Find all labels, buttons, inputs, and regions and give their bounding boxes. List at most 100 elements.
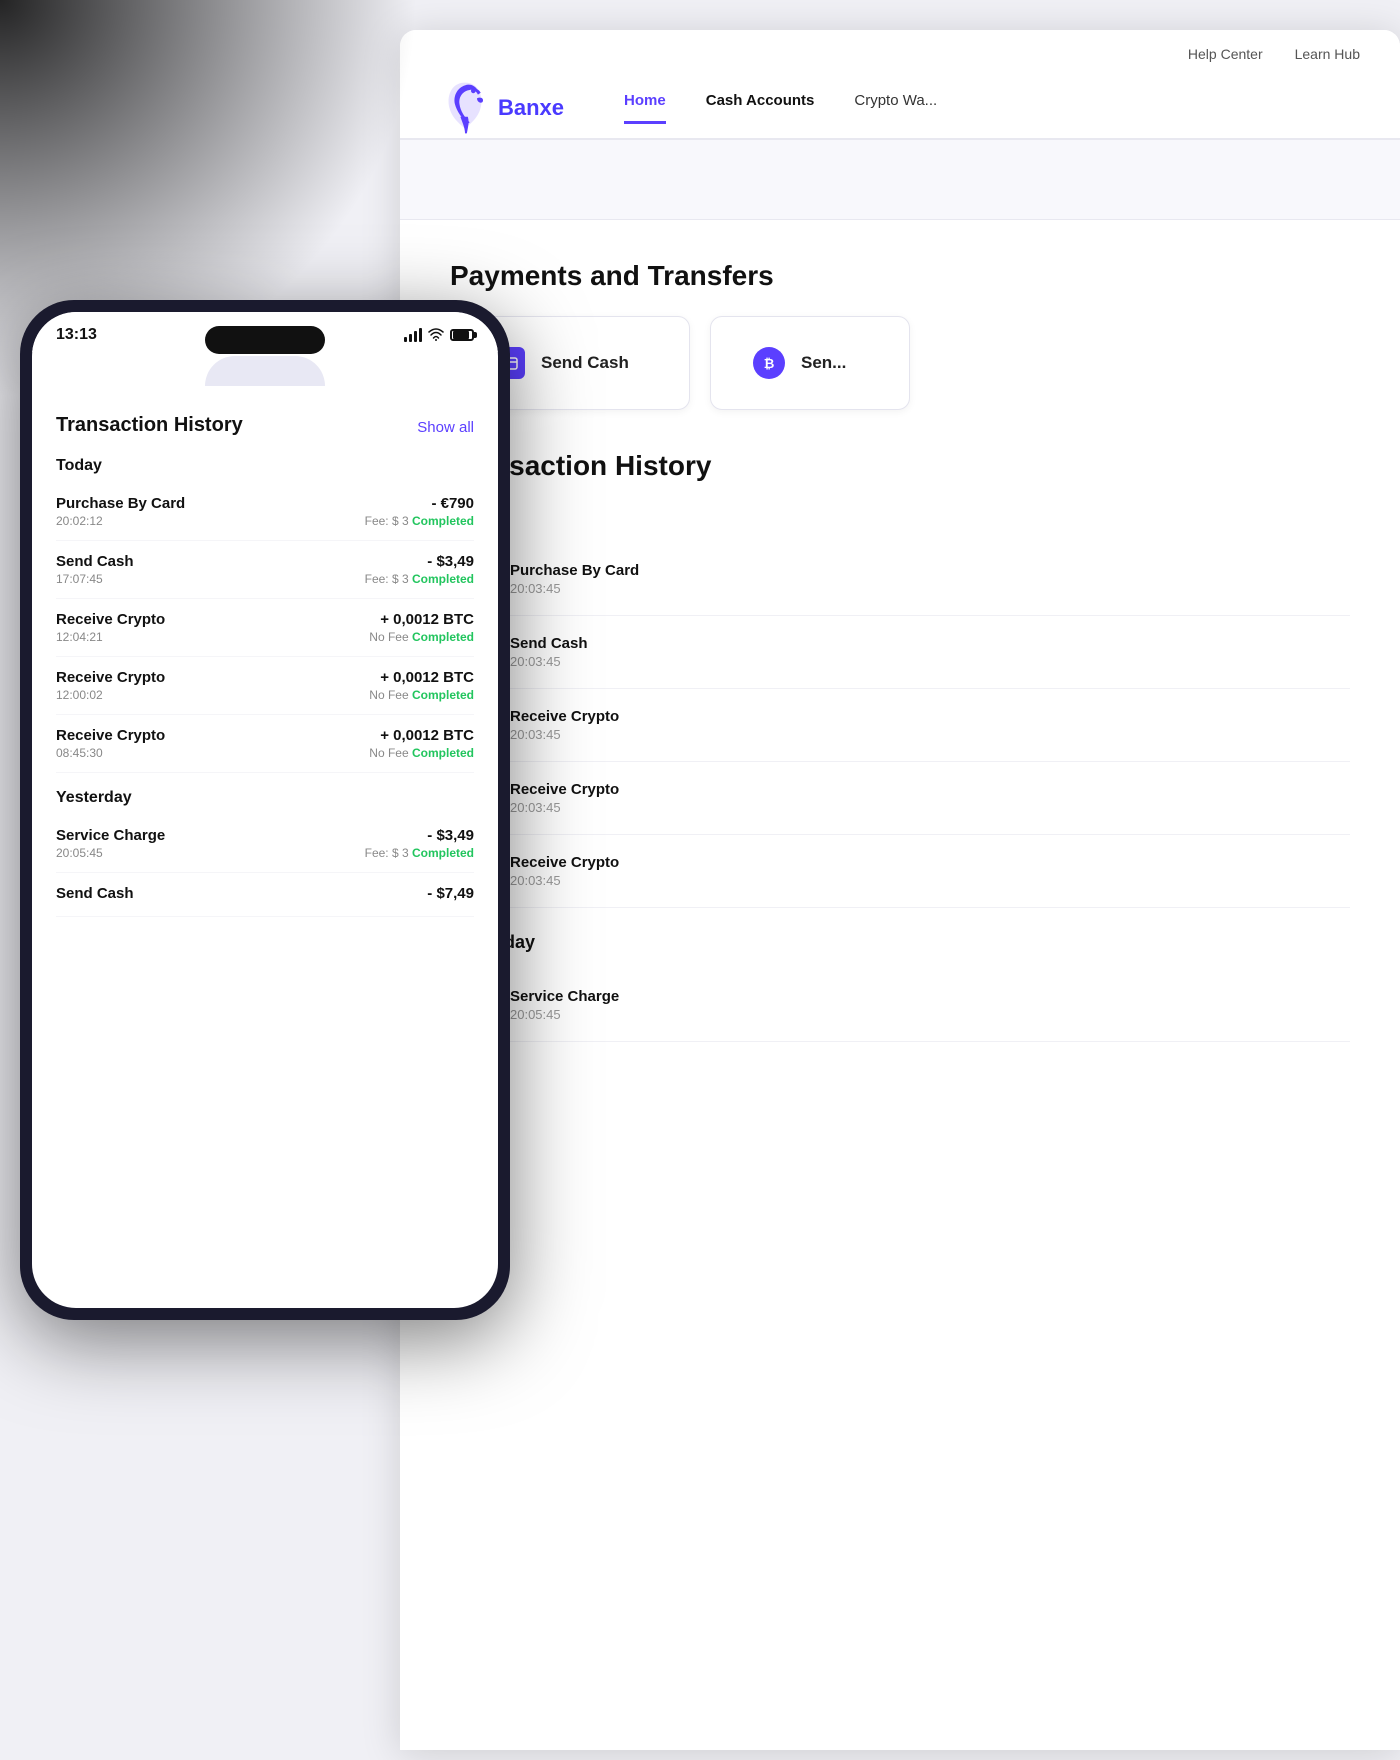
list-item: Service Charge 20:05:45 - $3,49 Fee: $ 3… bbox=[56, 815, 474, 873]
battery-fill bbox=[453, 331, 469, 339]
table-row: Receive Crypto 20:03:45 bbox=[450, 762, 1350, 835]
phone-status-bar: 13:13 bbox=[32, 312, 498, 352]
signal-icon bbox=[404, 328, 422, 342]
phone-section-title: Transaction History bbox=[56, 414, 243, 437]
signal-bar-4 bbox=[419, 328, 422, 342]
tx-name: Send Cash bbox=[510, 635, 1350, 652]
phone-outer-shell: 13:13 bbox=[20, 300, 510, 1320]
phone-tx-name: Receive Crypto bbox=[56, 727, 369, 744]
table-row: $ Service Charge 20:05:45 bbox=[450, 969, 1350, 1042]
phone-tx-name: Send Cash bbox=[56, 885, 427, 902]
phone-tx-fee: Fee: $ 3 Completed bbox=[365, 514, 474, 528]
phone-period-today: Today bbox=[56, 457, 474, 475]
phone-tx-amount: - $7,49 bbox=[427, 885, 474, 902]
phone-header: Transaction History Show all bbox=[56, 414, 474, 441]
phone-tx-right: - $3,49 Fee: $ 3 Completed bbox=[365, 553, 474, 586]
phone-tx-right: - $3,49 Fee: $ 3 Completed bbox=[365, 827, 474, 860]
phone-tx-time: 12:00:02 bbox=[56, 688, 369, 702]
phone-tx-left: Send Cash 17:07:45 bbox=[56, 553, 365, 586]
phone-tx-status: Completed bbox=[412, 630, 474, 644]
tx-details-receive-crypto-1: Receive Crypto 20:03:45 bbox=[510, 708, 1350, 742]
phone-tx-name: Purchase By Card bbox=[56, 495, 365, 512]
payments-title: Payments and Transfers bbox=[450, 260, 1350, 292]
phone-mockup: 13:13 bbox=[20, 300, 510, 1400]
transaction-history-title: Transaction History bbox=[450, 450, 1350, 482]
period-today-label: Today bbox=[450, 506, 1350, 527]
phone-tx-status: Completed bbox=[412, 572, 474, 586]
table-row: Send Cash 20:03:45 bbox=[450, 616, 1350, 689]
list-item: Receive Crypto 12:00:02 + 0,0012 BTC No … bbox=[56, 657, 474, 715]
list-item: Purchase By Card 20:02:12 - €790 Fee: $ … bbox=[56, 483, 474, 541]
phone-tx-amount: - €790 bbox=[365, 495, 474, 512]
send-crypto-label: Sen... bbox=[801, 353, 846, 373]
payments-cards-row: Send Cash ₿ Sen... bbox=[450, 316, 1350, 410]
phone-tx-left: Send Cash bbox=[56, 885, 427, 904]
phone-tx-left: Receive Crypto 12:04:21 bbox=[56, 611, 369, 644]
phone-tx-time: 17:07:45 bbox=[56, 572, 365, 586]
battery-icon bbox=[450, 329, 474, 341]
nav-crypto-wallet[interactable]: Crypto Wa... bbox=[854, 92, 937, 124]
tx-time: 20:03:45 bbox=[510, 873, 1350, 888]
tx-time: 20:03:45 bbox=[510, 654, 1350, 669]
transaction-history-section: Transaction History Today Purchase By Ca… bbox=[450, 450, 1350, 1042]
show-all-link[interactable]: Show all bbox=[417, 419, 474, 436]
phone-period-yesterday: Yesterday bbox=[56, 789, 474, 807]
phone-tx-name: Receive Crypto bbox=[56, 669, 369, 686]
tx-name: Receive Crypto bbox=[510, 781, 1350, 798]
learn-hub-link[interactable]: Learn Hub bbox=[1295, 46, 1360, 62]
tx-name: Receive Crypto bbox=[510, 708, 1350, 725]
phone-tx-right: - €790 Fee: $ 3 Completed bbox=[365, 495, 474, 528]
nav-home[interactable]: Home bbox=[624, 92, 666, 124]
phone-tx-left: Receive Crypto 12:00:02 bbox=[56, 669, 369, 702]
phone-tx-status: Completed bbox=[412, 746, 474, 760]
phone-tx-right: + 0,0012 BTC No Fee Completed bbox=[369, 611, 474, 644]
phone-tx-time: 20:05:45 bbox=[56, 846, 365, 860]
help-center-link[interactable]: Help Center bbox=[1188, 46, 1263, 62]
phone-tx-fee: No Fee Completed bbox=[369, 630, 474, 644]
phone-tx-left: Purchase By Card 20:02:12 bbox=[56, 495, 365, 528]
send-crypto-icon-box: ₿ bbox=[751, 345, 787, 381]
phone-tx-name: Send Cash bbox=[56, 553, 365, 570]
phone-screen: 13:13 bbox=[32, 312, 498, 1308]
phone-tx-right: + 0,0012 BTC No Fee Completed bbox=[369, 669, 474, 702]
tx-details-service-charge: Service Charge 20:05:45 bbox=[510, 988, 1350, 1022]
browser-navigation: Help Center Learn Hub Banxe Home Cash Ac… bbox=[400, 30, 1400, 139]
phone-time: 13:13 bbox=[56, 326, 97, 344]
phone-arch-area bbox=[32, 356, 498, 396]
phone-tx-left: Receive Crypto 08:45:30 bbox=[56, 727, 369, 760]
phone-tx-left: Service Charge 20:05:45 bbox=[56, 827, 365, 860]
tx-name: Purchase By Card bbox=[510, 562, 1350, 579]
send-crypto-card[interactable]: ₿ Sen... bbox=[710, 316, 910, 410]
tx-details-purchase-card: Purchase By Card 20:03:45 bbox=[510, 562, 1350, 596]
phone-tx-status: Completed bbox=[412, 846, 474, 860]
phone-tx-amount: - $3,49 bbox=[365, 827, 474, 844]
phone-tx-fee: No Fee Completed bbox=[369, 746, 474, 760]
phone-tx-name: Receive Crypto bbox=[56, 611, 369, 628]
phone-tx-status: Completed bbox=[412, 514, 474, 528]
list-item: Send Cash 17:07:45 - $3,49 Fee: $ 3 Comp… bbox=[56, 541, 474, 599]
brand-name-text: Banxe bbox=[498, 95, 564, 121]
tx-details-receive-crypto-2: Receive Crypto 20:03:45 bbox=[510, 781, 1350, 815]
period-yesterday-label: Yesterday bbox=[450, 932, 1350, 953]
phone-tx-right: - $7,49 bbox=[427, 885, 474, 902]
phone-tx-amount: + 0,0012 BTC bbox=[369, 611, 474, 628]
tx-details-send-cash: Send Cash 20:03:45 bbox=[510, 635, 1350, 669]
dolphin-logo-icon bbox=[440, 78, 490, 138]
signal-bar-3 bbox=[414, 331, 417, 342]
tx-time: 20:03:45 bbox=[510, 727, 1350, 742]
wifi-icon bbox=[428, 327, 444, 344]
main-nav: Banxe Home Cash Accounts Crypto Wa... bbox=[440, 70, 1360, 138]
tx-time: 20:03:45 bbox=[510, 800, 1350, 815]
phone-tx-fee: No Fee Completed bbox=[369, 688, 474, 702]
tx-time: 20:03:45 bbox=[510, 581, 1350, 596]
phone-content-area: Transaction History Show all Today Purch… bbox=[32, 404, 498, 1308]
top-links-bar: Help Center Learn Hub bbox=[440, 30, 1360, 70]
send-cash-label: Send Cash bbox=[541, 353, 629, 373]
phone-notch bbox=[205, 326, 325, 354]
brand-logo-area: Banxe bbox=[440, 78, 564, 138]
phone-tx-time: 20:02:12 bbox=[56, 514, 365, 528]
phone-tx-name: Service Charge bbox=[56, 827, 365, 844]
phone-arch-decoration bbox=[205, 356, 325, 386]
phone-tx-amount: - $3,49 bbox=[365, 553, 474, 570]
nav-cash-accounts[interactable]: Cash Accounts bbox=[706, 92, 815, 124]
